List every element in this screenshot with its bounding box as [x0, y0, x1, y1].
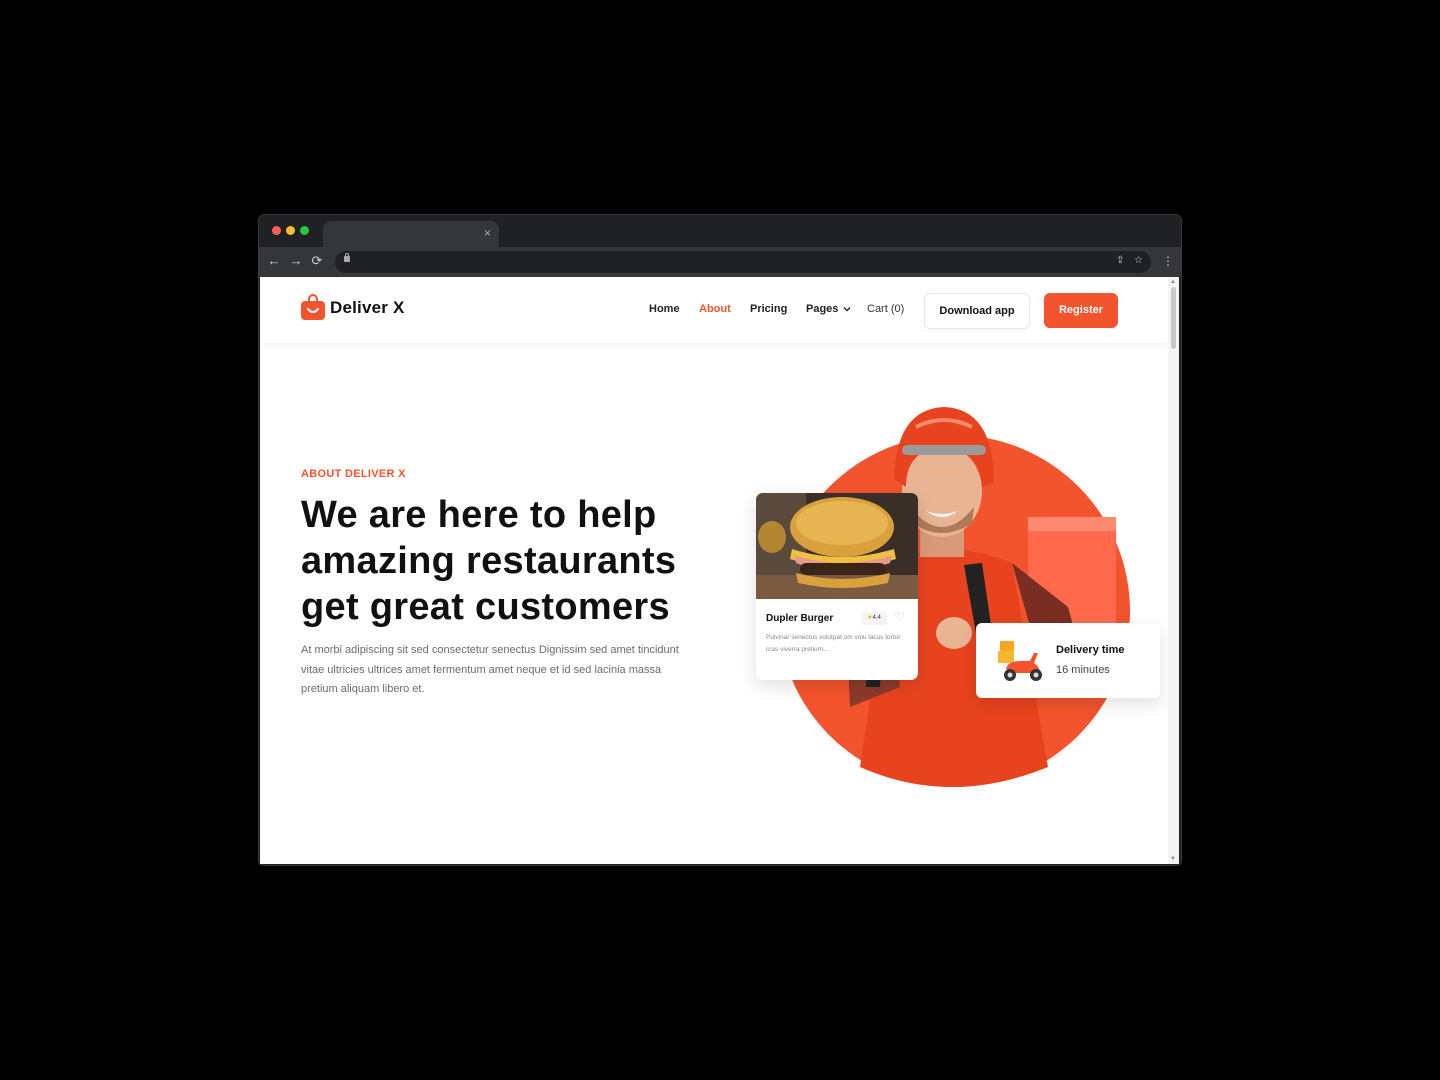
section-eyebrow: ABOUT DELIVER X — [301, 468, 406, 480]
scooter-delivery-icon — [998, 641, 1042, 681]
delivery-card-title: Delivery time — [1056, 644, 1125, 656]
rating-badge: ★4.4 — [861, 612, 887, 625]
browser-toolbar: ← → ⟳ ⇪ ☆ ⋮ — [259, 247, 1181, 277]
share-icon[interactable]: ⇪ — [1116, 254, 1124, 268]
tab-close-icon[interactable]: × — [484, 226, 491, 240]
food-card-title: Dupler Burger — [766, 613, 834, 624]
reload-icon[interactable]: ⟳ — [309, 253, 325, 269]
download-app-button[interactable]: Download app — [924, 293, 1030, 329]
browser-window: × ← → ⟳ ⇪ ☆ ⋮ Deliver X Home About Prici… — [259, 215, 1181, 865]
nav-pages-label: Pages — [806, 303, 839, 315]
page-viewport: Deliver X Home About Pricing Pages Cart … — [260, 277, 1179, 864]
browser-menu-icon[interactable]: ⋮ — [1162, 254, 1174, 268]
scroll-up-icon[interactable]: ▲ — [1170, 279, 1176, 285]
address-bar[interactable]: ⇪ ☆ — [335, 251, 1151, 273]
delivery-time-card: Delivery time 16 minutes — [976, 623, 1160, 698]
register-button[interactable]: Register — [1044, 293, 1118, 328]
scroll-thumb[interactable] — [1171, 287, 1176, 349]
cart-link[interactable]: Cart (0) — [867, 303, 904, 315]
site-header: Deliver X Home About Pricing Pages Cart … — [260, 277, 1168, 343]
forward-icon[interactable]: → — [288, 253, 304, 269]
burger-image — [756, 493, 918, 599]
nav-pages[interactable]: Pages — [806, 303, 851, 315]
lock-icon — [344, 253, 350, 262]
page-scrollbar[interactable]: ▲ ▼ — [1168, 277, 1179, 864]
hero-headline: We are here to help amazing restaurants … — [301, 494, 677, 628]
brand-name[interactable]: Deliver X — [330, 298, 405, 318]
delivery-card-value: 16 minutes — [1056, 664, 1110, 676]
chevron-down-icon — [843, 307, 851, 312]
hero-lead-text: At morbi adipiscing sit sed consectetur … — [301, 644, 679, 695]
nav-home[interactable]: Home — [649, 303, 680, 315]
nav-about[interactable]: About — [699, 303, 731, 315]
close-window-button[interactable] — [272, 226, 281, 235]
tab-strip: × — [259, 215, 1181, 247]
food-card-description: Pulvinar senectus volutpat om volu lacus… — [766, 634, 901, 653]
rating-value: 4.4 — [872, 615, 881, 621]
nav-pricing[interactable]: Pricing — [750, 303, 787, 315]
shopping-bag-logo-icon[interactable] — [301, 294, 325, 320]
maximize-window-button[interactable] — [300, 226, 309, 235]
minimize-window-button[interactable] — [286, 226, 295, 235]
food-card[interactable]: Dupler Burger ★4.4 ♡ Pulvinar senectus v… — [756, 493, 918, 680]
scroll-down-icon[interactable]: ▼ — [1170, 856, 1176, 862]
back-icon[interactable]: ← — [266, 253, 282, 269]
bookmark-star-icon[interactable]: ☆ — [1134, 254, 1143, 268]
heart-icon[interactable]: ♡ — [894, 610, 905, 624]
browser-tab[interactable]: × — [323, 221, 499, 247]
